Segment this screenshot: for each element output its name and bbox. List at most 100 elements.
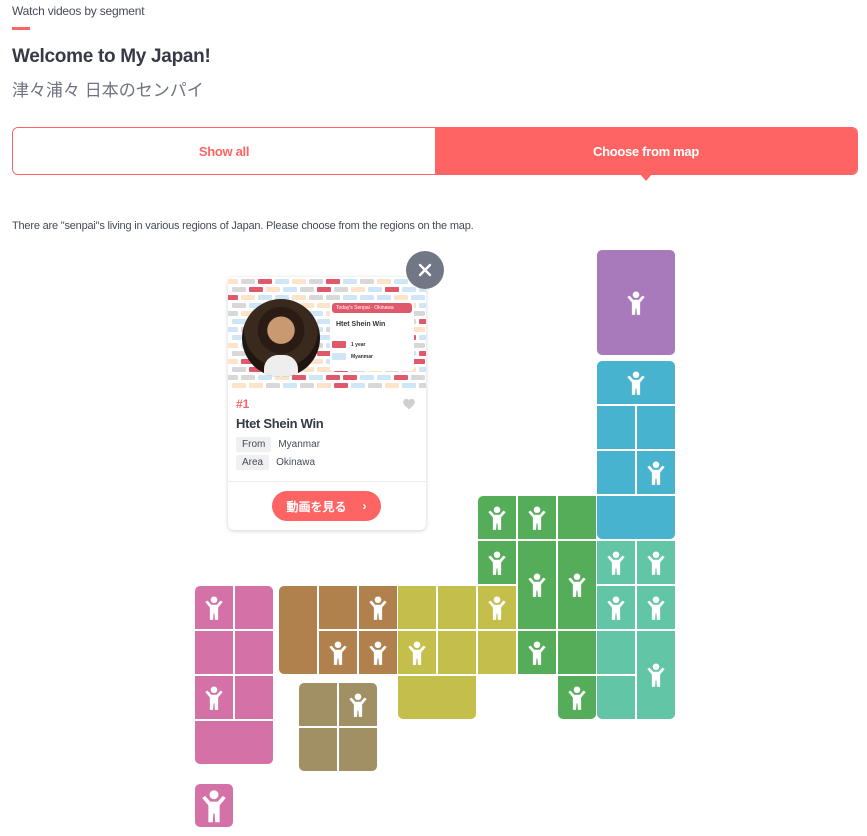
map-cell-shikoku[interactable] xyxy=(339,683,377,726)
map-cell-tohoku[interactable] xyxy=(597,361,675,404)
heart-icon[interactable] xyxy=(402,397,416,410)
map-cell-tohoku[interactable] xyxy=(637,451,675,494)
map-cell-chubu[interactable] xyxy=(478,541,516,584)
map-cell-kinki[interactable] xyxy=(398,631,436,674)
map-cell-chugoku[interactable] xyxy=(359,586,397,629)
thumbnail-row-country: Myanmar xyxy=(332,353,373,360)
senpai-person-icon xyxy=(349,692,367,717)
tab-choose-from-map[interactable]: Choose from map xyxy=(435,128,857,181)
pattern-tile xyxy=(228,327,238,332)
map-cell-kyushu[interactable] xyxy=(195,721,273,764)
map-cell-kinki[interactable] xyxy=(398,676,476,719)
page-subtitle: 津々浦々 日本のセンパイ xyxy=(12,81,204,100)
map-cell-tohoku[interactable] xyxy=(597,406,635,449)
close-popup-button[interactable] xyxy=(406,251,444,289)
pattern-tile xyxy=(241,375,255,380)
map-cell-chubu[interactable] xyxy=(558,541,596,629)
senpai-popup-card: Today's Senpai · Okinawa Htet Shein Win … xyxy=(228,277,426,530)
senpai-person-icon xyxy=(607,550,625,575)
pattern-tile xyxy=(402,287,416,292)
map-cell-chubu[interactable] xyxy=(518,541,556,629)
pattern-tile xyxy=(394,279,408,284)
page-title: Welcome to My Japan! xyxy=(12,46,211,67)
map-cell-shikoku[interactable] xyxy=(299,683,337,726)
map-cell-okinawa[interactable] xyxy=(195,784,233,827)
map-cell-chubu[interactable] xyxy=(558,496,596,539)
map-cell-chubu[interactable] xyxy=(478,496,516,539)
map-cell-chubu[interactable] xyxy=(518,631,556,674)
senpai-person-icon xyxy=(369,640,387,665)
pattern-tile xyxy=(326,375,340,380)
pattern-tile xyxy=(385,287,399,292)
pattern-tile xyxy=(292,295,306,300)
pattern-tile xyxy=(334,383,348,388)
map-cell-kinki[interactable] xyxy=(438,586,476,629)
map-cell-chugoku[interactable] xyxy=(319,586,357,629)
map-cell-kanto[interactable] xyxy=(597,541,635,584)
senpai-person-icon xyxy=(369,595,387,620)
map-cell-kyushu[interactable] xyxy=(195,631,233,674)
map-cell-kanto[interactable] xyxy=(597,676,635,719)
map-cell-kinki[interactable] xyxy=(478,631,516,674)
senpai-photo xyxy=(242,299,320,377)
tab-show-all[interactable]: Show all xyxy=(13,128,435,174)
pattern-tile xyxy=(411,295,425,300)
map-cell-kyushu[interactable] xyxy=(195,586,233,629)
map-cell-chubu[interactable] xyxy=(558,631,596,674)
pattern-tile xyxy=(394,295,408,300)
senpai-person-icon xyxy=(528,640,546,665)
watch-video-label: 動画を見る xyxy=(286,499,347,514)
card-divider xyxy=(228,481,426,482)
senpai-person-icon xyxy=(528,505,546,530)
map-cell-kyushu[interactable] xyxy=(235,586,273,629)
senpai-person-icon xyxy=(627,370,645,395)
map-cell-kanto[interactable] xyxy=(597,586,635,629)
senpai-person-icon xyxy=(647,550,665,575)
thumbnail-info-panel: Today's Senpai · Okinawa Htet Shein Win … xyxy=(330,301,414,371)
pattern-tile xyxy=(228,343,238,348)
pattern-tile xyxy=(309,375,323,380)
pattern-tile xyxy=(351,287,365,292)
pattern-tile xyxy=(351,383,365,388)
map-cell-tohoku[interactable] xyxy=(597,496,675,539)
pattern-tile xyxy=(309,279,323,284)
pattern-tile xyxy=(360,279,374,284)
map-cell-kanto[interactable] xyxy=(597,631,635,674)
map-cell-shikoku[interactable] xyxy=(339,728,377,771)
pattern-tile xyxy=(266,287,280,292)
video-thumbnail[interactable]: Today's Senpai · Okinawa Htet Shein Win … xyxy=(228,277,426,389)
senpai-person-icon xyxy=(647,460,665,485)
map-cell-kanto[interactable] xyxy=(637,541,675,584)
japan-region-map xyxy=(0,0,867,836)
map-cell-chubu[interactable] xyxy=(518,496,556,539)
pattern-tile xyxy=(232,367,246,372)
map-cell-kinki[interactable] xyxy=(398,586,436,629)
senpai-person-icon xyxy=(202,789,226,822)
pattern-tile xyxy=(317,367,331,372)
pattern-tile xyxy=(402,383,416,388)
map-cell-kyushu[interactable] xyxy=(235,676,273,719)
meta-area: Area Okinawa xyxy=(236,455,315,470)
pattern-tile xyxy=(368,383,382,388)
watch-video-button[interactable]: 動画を見る › xyxy=(272,491,381,521)
map-cell-chugoku[interactable] xyxy=(359,631,397,674)
map-cell-kanto[interactable] xyxy=(637,631,675,719)
map-cell-kinki[interactable] xyxy=(478,586,516,629)
pattern-tile xyxy=(343,295,357,300)
map-cell-hokkaido[interactable] xyxy=(597,250,675,355)
map-cell-chugoku[interactable] xyxy=(319,631,357,674)
senpai-person-icon xyxy=(568,685,586,710)
pattern-tile xyxy=(228,279,238,284)
map-cell-chugoku[interactable] xyxy=(279,586,317,674)
section-eyebrow: Watch videos by segment xyxy=(12,4,145,18)
map-cell-kanto[interactable] xyxy=(637,586,675,629)
map-cell-tohoku[interactable] xyxy=(597,451,635,494)
map-cell-tohoku[interactable] xyxy=(637,406,675,449)
pattern-tile xyxy=(360,375,374,380)
map-cell-shikoku[interactable] xyxy=(299,728,337,771)
map-cell-chubu[interactable] xyxy=(558,676,596,719)
map-cell-kinki[interactable] xyxy=(438,631,476,674)
map-cell-kyushu[interactable] xyxy=(235,631,273,674)
map-cell-kyushu[interactable] xyxy=(195,676,233,719)
thumbnail-row-years: 1 year xyxy=(332,341,365,348)
